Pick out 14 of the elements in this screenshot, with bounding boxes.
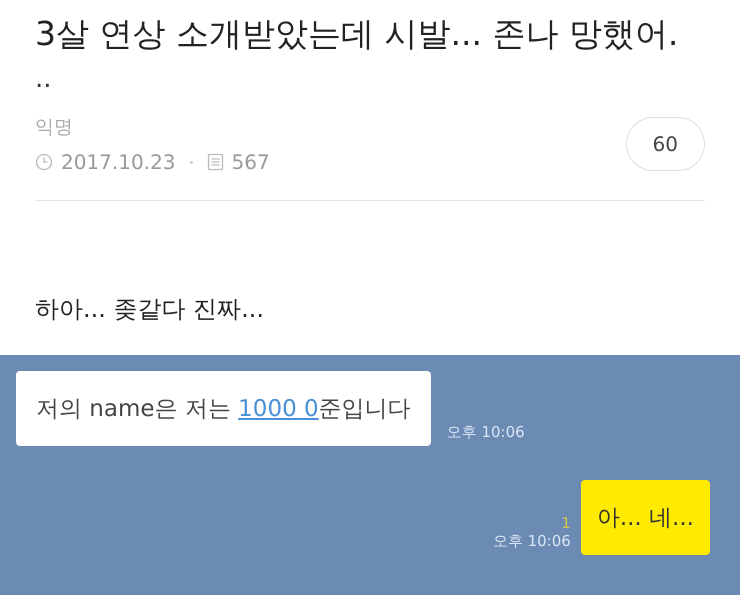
post-body-text: 하아... 좆같다 진짜... [35, 294, 264, 325]
author-name: 익명 [35, 115, 73, 140]
comment-count-bubble[interactable]: 60 [626, 117, 705, 171]
post-title: 3살 연상 소개받았는데 시발... 존나 망했어. [35, 14, 680, 54]
unread-count: 1 [561, 514, 571, 532]
clock-icon [35, 153, 53, 171]
view-count: 567 [232, 150, 270, 174]
message-time: 오후 10:06 [492, 532, 571, 551]
post-date: 2017.10.23 [61, 150, 176, 174]
received-message-bubble: 저의 name은 저는 1000 0준입니다 [16, 371, 431, 446]
document-icon [206, 153, 224, 171]
post-title: .. [35, 64, 52, 94]
sent-message-bubble: 아... 네... [580, 480, 710, 555]
message-time: 오후 10:06 [446, 423, 525, 442]
